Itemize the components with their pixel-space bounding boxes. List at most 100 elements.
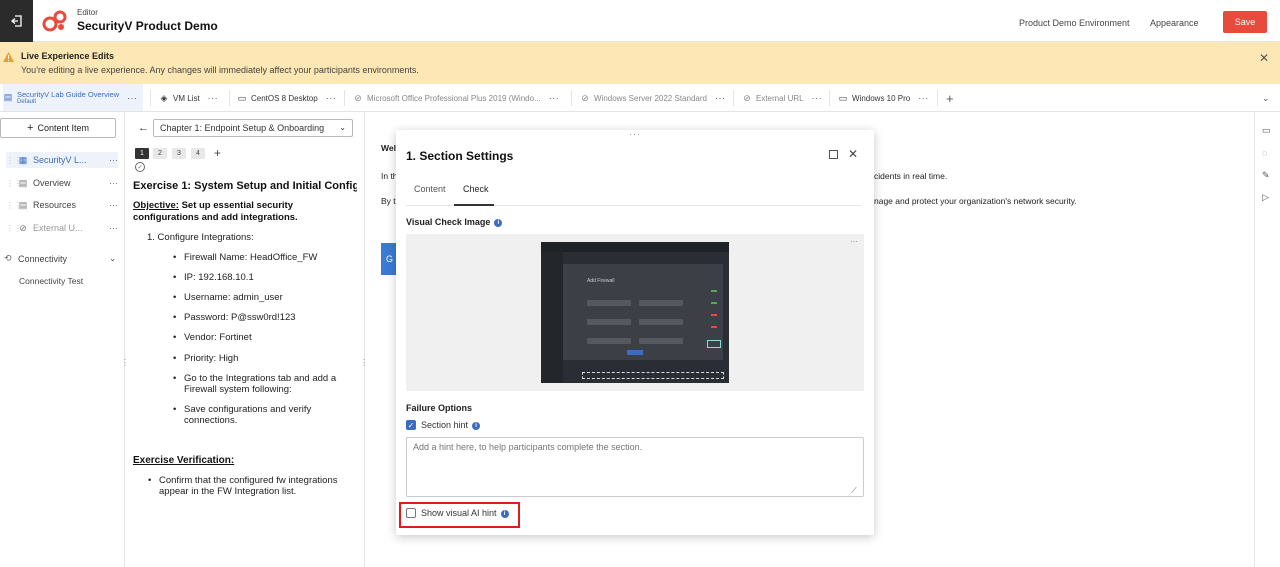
list-item-continued: Firewall system following: bbox=[184, 384, 292, 395]
save-button[interactable]: Save bbox=[1223, 11, 1267, 33]
tab-more-icon[interactable]: ··· bbox=[127, 93, 138, 103]
thumb-dialog-title: Add Firewall bbox=[587, 278, 615, 284]
monitor-icon: ▭ bbox=[838, 92, 848, 103]
drag-handle-icon[interactable]: ⋮⋮ bbox=[6, 224, 22, 233]
tab-divider bbox=[733, 90, 734, 106]
active-tab-indicator bbox=[454, 204, 494, 206]
textarea-resize-icon[interactable]: ⟋ bbox=[851, 486, 857, 496]
connectivity-test-item[interactable]: Connectivity Test bbox=[19, 276, 83, 286]
objective-label: Objective: bbox=[133, 200, 179, 211]
tab-divider bbox=[150, 90, 151, 106]
tabs-chevron-down-icon[interactable]: ⌄ bbox=[1262, 84, 1270, 112]
preview-start-button[interactable]: G bbox=[381, 243, 397, 275]
add-page-icon[interactable]: + bbox=[214, 146, 221, 160]
thumb-highlight-box bbox=[707, 340, 721, 348]
visual-check-image-label: Visual Check Image i bbox=[406, 217, 503, 227]
list-item: IP: 192.168.10.1 bbox=[173, 272, 254, 283]
exercise-title: Exercise 1: System Setup and Initial Con… bbox=[133, 180, 357, 192]
tab-check[interactable]: Check bbox=[463, 184, 489, 194]
info-icon[interactable]: i bbox=[500, 509, 509, 518]
tab-label: CentOS 8 Desktop bbox=[251, 93, 318, 103]
chapter-select[interactable]: Chapter 1: Endpoint Setup & Onboarding ⌄ bbox=[153, 119, 353, 137]
sidebar-item-securityv[interactable]: ⋮⋮ ▦ SecurityV L... ··· bbox=[6, 152, 118, 168]
video-icon[interactable]: ▷ bbox=[1262, 192, 1269, 203]
connectivity-section[interactable]: ⟲ Connectivity ⌄ bbox=[4, 253, 116, 264]
banner-close-icon[interactable]: ✕ bbox=[1259, 51, 1269, 65]
list-item: Save configurations and verify bbox=[173, 404, 311, 415]
chevron-down-icon: ⌄ bbox=[109, 254, 116, 263]
tab-more-icon[interactable]: ··· bbox=[715, 93, 726, 103]
tab-external-url[interactable]: ⊘ External URL ··· bbox=[742, 84, 822, 112]
list-item: Firewall Name: HeadOffice_FW bbox=[173, 252, 317, 263]
tab-content[interactable]: Content bbox=[414, 184, 446, 194]
page-button-1[interactable]: 1 bbox=[135, 148, 149, 159]
back-arrow-icon[interactable]: ← bbox=[138, 122, 149, 134]
drag-handle-icon[interactable]: ⋮⋮ bbox=[6, 179, 22, 188]
chevron-down-icon: ⌄ bbox=[339, 123, 346, 132]
page-button-3[interactable]: 3 bbox=[172, 148, 186, 159]
environment-link[interactable]: Product Demo Environment bbox=[1019, 18, 1130, 28]
visual-ai-hint-text: Show visual AI hint bbox=[421, 508, 497, 518]
list-item: Confirm that the configured fw integrati… bbox=[148, 475, 338, 486]
connectivity-label: Connectivity bbox=[18, 253, 68, 264]
brand-logo-icon bbox=[42, 10, 67, 32]
tab-vm-list[interactable]: ◈ VM List ··· bbox=[159, 84, 218, 112]
tab-windows-10-pro[interactable]: ▭ Windows 10 Pro ··· bbox=[838, 84, 929, 112]
drag-handle-icon[interactable]: ⋮⋮ bbox=[6, 156, 22, 165]
thumb-selection-region bbox=[582, 372, 724, 379]
list-item-continued: connections. bbox=[184, 415, 238, 426]
hint-textarea[interactable] bbox=[406, 437, 864, 497]
sidebar-item-resources[interactable]: ⋮⋮ ▤ Resources ··· bbox=[6, 197, 118, 213]
item-more-icon[interactable]: ··· bbox=[109, 178, 118, 188]
monitor-icon: ▭ bbox=[237, 92, 247, 103]
tab-more-icon[interactable]: ··· bbox=[208, 93, 219, 103]
tab-more-icon[interactable]: ··· bbox=[326, 93, 337, 103]
info-icon[interactable]: i bbox=[472, 421, 481, 430]
ai-assist-icon[interactable]: ✎ bbox=[1262, 170, 1270, 181]
modal-drag-handle[interactable]: ··· bbox=[629, 129, 641, 139]
panel-resize-handle[interactable]: ⋮ bbox=[360, 358, 368, 367]
objective-text: Objective: Set up essential security con… bbox=[133, 200, 355, 224]
image-more-icon[interactable]: ··· bbox=[850, 237, 858, 246]
add-tab-icon[interactable]: + bbox=[946, 84, 954, 112]
exit-editor-button[interactable] bbox=[0, 0, 33, 42]
tab-office-professional[interactable]: ⊘ Microsoft Office Professional Plus 2019… bbox=[353, 84, 559, 112]
tab-more-icon[interactable]: ··· bbox=[918, 93, 929, 103]
tab-more-icon[interactable]: ··· bbox=[549, 93, 560, 103]
check-circle-icon[interactable]: ✓ bbox=[135, 162, 145, 172]
drag-handle-icon[interactable]: ⋮⋮ bbox=[6, 201, 22, 210]
thumb-button bbox=[627, 350, 643, 355]
thumb-dialog: Add Firewall bbox=[563, 264, 723, 360]
page-button-4[interactable]: 4 bbox=[191, 148, 205, 159]
thumb-field bbox=[639, 300, 683, 306]
add-content-item-button[interactable]: + Content Item bbox=[0, 118, 116, 138]
section-hint-checkbox[interactable]: ✓ bbox=[406, 420, 416, 430]
connectivity-icon: ⟲ bbox=[4, 253, 12, 263]
info-icon[interactable]: i bbox=[494, 218, 503, 227]
thumb-field bbox=[587, 319, 631, 325]
appearance-link[interactable]: Appearance bbox=[1150, 18, 1199, 28]
close-icon[interactable]: ✕ bbox=[848, 147, 858, 161]
preview-text-end: cidents in real time. bbox=[874, 171, 948, 181]
sidebar-item-external-url[interactable]: ⋮⋮ ⊘ External U... ··· bbox=[6, 220, 118, 236]
item-more-icon[interactable]: ··· bbox=[109, 223, 118, 233]
visual-ai-hint-checkbox[interactable] bbox=[406, 508, 416, 518]
thumb-status-mark bbox=[711, 302, 717, 304]
tab-lab-guide-overview[interactable]: ▤ SecurityV Lab Guide Overview Default ·… bbox=[3, 84, 143, 111]
tab-divider bbox=[829, 90, 830, 106]
sidebar-item-label: Resources bbox=[33, 200, 77, 210]
banner-title: Live Experience Edits bbox=[21, 51, 115, 61]
chat-icon[interactable]: ◌ bbox=[1262, 148, 1267, 158]
tab-windows-server[interactable]: ⊘ Windows Server 2022 Standard ··· bbox=[580, 84, 725, 112]
sidebar-item-overview[interactable]: ⋮⋮ ▤ Overview ··· bbox=[6, 175, 118, 191]
item-more-icon[interactable]: ··· bbox=[109, 155, 118, 165]
page-button-2[interactable]: 2 bbox=[153, 148, 167, 159]
item-more-icon[interactable]: ··· bbox=[109, 200, 118, 210]
tab-centos-desktop[interactable]: ▭ CentOS 8 Desktop ··· bbox=[237, 84, 336, 112]
maximize-icon[interactable] bbox=[829, 150, 838, 159]
modal-title: 1. Section Settings bbox=[406, 149, 514, 163]
thumb-field bbox=[639, 319, 683, 325]
header-subtitle: Editor bbox=[77, 8, 98, 17]
tab-more-icon[interactable]: ··· bbox=[812, 93, 823, 103]
comment-icon[interactable]: ▭ bbox=[1262, 125, 1271, 136]
